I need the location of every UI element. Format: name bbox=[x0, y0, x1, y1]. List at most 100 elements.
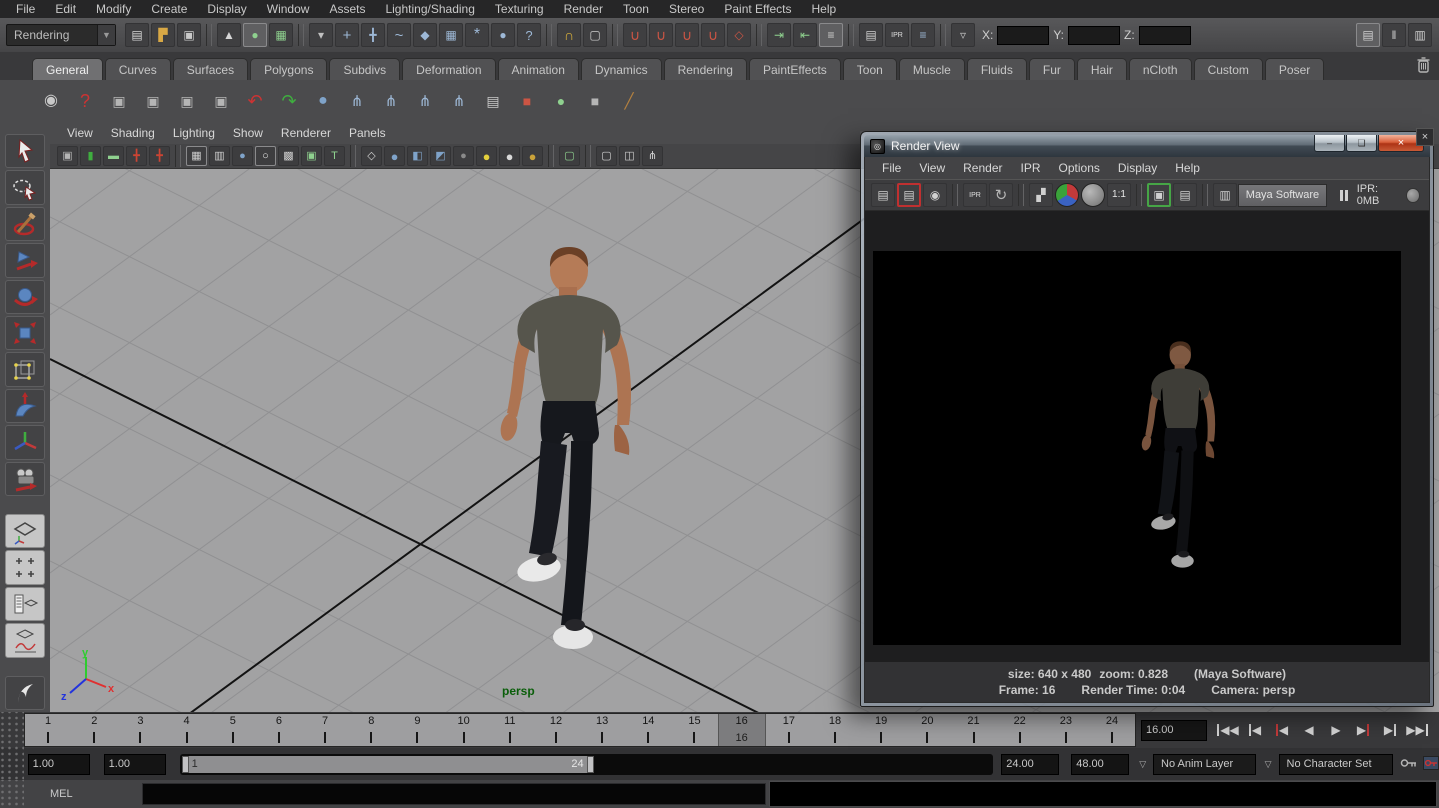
pan-zoom-icon[interactable]: ╋ bbox=[149, 146, 170, 166]
auto-keyframe-icon[interactable] bbox=[1423, 756, 1439, 773]
current-time-input[interactable] bbox=[1141, 720, 1207, 741]
shelf-tab-dynamics[interactable]: Dynamics bbox=[581, 58, 662, 80]
shelf-tab-toon[interactable]: Toon bbox=[843, 58, 897, 80]
mask-dynamics-icon[interactable]: * bbox=[465, 23, 489, 47]
select-rigid-icon[interactable]: ■ bbox=[511, 85, 543, 117]
scene-options-icon[interactable]: ◉ bbox=[35, 85, 67, 117]
render-menu-ipr[interactable]: IPR bbox=[1012, 161, 1050, 175]
frame-cell[interactable]: 14 bbox=[625, 714, 671, 746]
outliner-layout-tool[interactable] bbox=[5, 587, 45, 621]
menu-file[interactable]: File bbox=[6, 2, 45, 16]
resolution-gate-icon[interactable]: ● bbox=[232, 146, 253, 166]
menu-help[interactable]: Help bbox=[802, 2, 847, 16]
menu-texturing[interactable]: Texturing bbox=[485, 2, 554, 16]
render-menu-view[interactable]: View bbox=[910, 161, 954, 175]
frame-cell[interactable]: 22 bbox=[997, 714, 1043, 746]
poly-cube-sel-icon[interactable]: ■ bbox=[579, 85, 611, 117]
frame-cell[interactable]: 9 bbox=[394, 714, 440, 746]
joint-chain-2-icon[interactable]: ⋔ bbox=[375, 85, 407, 117]
help-icon[interactable]: ? bbox=[69, 85, 101, 117]
character-model[interactable] bbox=[455, 241, 675, 671]
mask-expand-icon[interactable]: ▾ bbox=[309, 23, 333, 47]
remove-image-icon[interactable]: ▤ bbox=[1173, 183, 1197, 207]
selection-highlight-icon[interactable]: ▢ bbox=[559, 146, 580, 166]
open-scene-icon[interactable]: ▛ bbox=[151, 23, 175, 47]
menu-create[interactable]: Create bbox=[141, 2, 197, 16]
command-line-grip[interactable] bbox=[0, 780, 24, 808]
shelf-tab-custom[interactable]: Custom bbox=[1194, 58, 1263, 80]
render-menu-render[interactable]: Render bbox=[954, 161, 1011, 175]
universal-manipulator-tool[interactable] bbox=[5, 352, 45, 386]
light-selected-icon[interactable]: ● bbox=[499, 146, 520, 166]
soft-modification-tool[interactable] bbox=[5, 389, 45, 423]
menu-display[interactable]: Display bbox=[197, 2, 256, 16]
keep-image-icon[interactable]: ▥ bbox=[1213, 183, 1237, 207]
field-chart-icon[interactable]: ▩ bbox=[278, 146, 299, 166]
refresh-ipr-icon[interactable]: ↻ bbox=[989, 183, 1013, 207]
four-pane-layout-tool[interactable] bbox=[5, 550, 45, 584]
attribute-editor-toggle-icon[interactable]: ▥ bbox=[1408, 23, 1432, 47]
render-menu-help[interactable]: Help bbox=[1166, 161, 1209, 175]
frame-cell[interactable]: 19 bbox=[858, 714, 904, 746]
snap-curve-icon[interactable]: ∪ bbox=[649, 23, 673, 47]
y-input[interactable] bbox=[1068, 26, 1120, 45]
lock-selection-icon[interactable]: ∩ bbox=[557, 23, 581, 47]
save-scene-icon[interactable]: ▣ bbox=[177, 23, 201, 47]
step-back-key-button[interactable]: ◀ bbox=[1271, 719, 1293, 741]
shelf-tab-surfaces[interactable]: Surfaces bbox=[173, 58, 248, 80]
undo-icon[interactable]: ↶ bbox=[239, 85, 271, 117]
shelf-tab-general[interactable]: General bbox=[32, 58, 103, 80]
menu-stereo[interactable]: Stereo bbox=[659, 2, 714, 16]
range-start-handle[interactable] bbox=[182, 756, 189, 773]
gate-mask-icon[interactable]: ○ bbox=[255, 146, 276, 166]
mask-curves-icon[interactable]: ~ bbox=[387, 23, 411, 47]
animation-end-field[interactable] bbox=[1071, 754, 1129, 775]
frame-cell[interactable]: 21 bbox=[950, 714, 996, 746]
maximize-button[interactable]: ❏ bbox=[1346, 135, 1377, 152]
mask-joints-icon[interactable]: ╋ bbox=[361, 23, 385, 47]
bounding-box-mode-icon[interactable]: ◧ bbox=[407, 146, 428, 166]
camera-bookmarks-icon[interactable]: ▮ bbox=[80, 146, 101, 166]
menu-toon[interactable]: Toon bbox=[613, 2, 659, 16]
camera-dolly-icon[interactable]: ▣ bbox=[205, 85, 237, 117]
wireframe-mode-icon[interactable]: ◇ bbox=[361, 146, 382, 166]
mask-deformations-icon[interactable]: ▦ bbox=[439, 23, 463, 47]
paint-select-tool[interactable] bbox=[5, 207, 45, 241]
character-set-dropdown-icon[interactable]: ▽ bbox=[1261, 757, 1276, 772]
anim-layer-field[interactable]: No Anim Layer bbox=[1153, 754, 1256, 775]
shelf-tab-polygons[interactable]: Polygons bbox=[250, 58, 327, 80]
frame-cell[interactable]: 6 bbox=[256, 714, 302, 746]
shelf-tab-muscle[interactable]: Muscle bbox=[899, 58, 965, 80]
playback-range-bar[interactable]: 1 24 bbox=[182, 756, 594, 773]
display-real-size-icon[interactable]: ▣ bbox=[1147, 183, 1171, 207]
paint-selection-icon[interactable]: ╱ bbox=[613, 85, 645, 117]
snapshot-icon[interactable]: ◉ bbox=[923, 183, 947, 207]
frame-cell[interactable]: 24 bbox=[1089, 714, 1135, 746]
panel-menu-lighting[interactable]: Lighting bbox=[164, 126, 224, 140]
safe-title-icon[interactable]: T bbox=[324, 146, 345, 166]
window-titlebar[interactable]: ◎ Render View – ❏ × bbox=[864, 135, 1430, 157]
image-plane-icon[interactable]: ▬ bbox=[103, 146, 124, 166]
renderer-selector[interactable]: Maya Software bbox=[1238, 184, 1327, 207]
shelf-tab-fluids[interactable]: Fluids bbox=[967, 58, 1027, 80]
x-input[interactable] bbox=[997, 26, 1049, 45]
light-all-icon[interactable]: ● bbox=[476, 146, 497, 166]
redo-icon[interactable]: ↷ bbox=[273, 85, 305, 117]
mask-misc-icon[interactable]: ? bbox=[517, 23, 541, 47]
character-set-field[interactable]: No Character Set bbox=[1279, 754, 1394, 775]
field-expand-icon[interactable]: ▿ bbox=[951, 23, 975, 47]
frame-cell[interactable]: 16 16 bbox=[718, 714, 766, 746]
mask-surfaces-icon[interactable]: ◆ bbox=[413, 23, 437, 47]
move-tool[interactable] bbox=[5, 243, 45, 277]
frame-cell[interactable]: 12 bbox=[533, 714, 579, 746]
panel-menu-shading[interactable]: Shading bbox=[102, 126, 164, 140]
channel-box-toggle-icon[interactable]: ‖ bbox=[1382, 23, 1406, 47]
camera-attributes-icon[interactable]: ▣ bbox=[57, 146, 78, 166]
render-menu-options[interactable]: Options bbox=[1050, 161, 1109, 175]
frame-cell[interactable]: 3 bbox=[117, 714, 163, 746]
mask-handles-icon[interactable]: + bbox=[335, 23, 359, 47]
ipr-render-icon[interactable]: IPR bbox=[963, 183, 987, 207]
go-to-start-button[interactable]: ◀◀ bbox=[1217, 719, 1239, 741]
snap-surface-icon[interactable]: ◇ bbox=[727, 23, 751, 47]
menu-modify[interactable]: Modify bbox=[86, 2, 141, 16]
